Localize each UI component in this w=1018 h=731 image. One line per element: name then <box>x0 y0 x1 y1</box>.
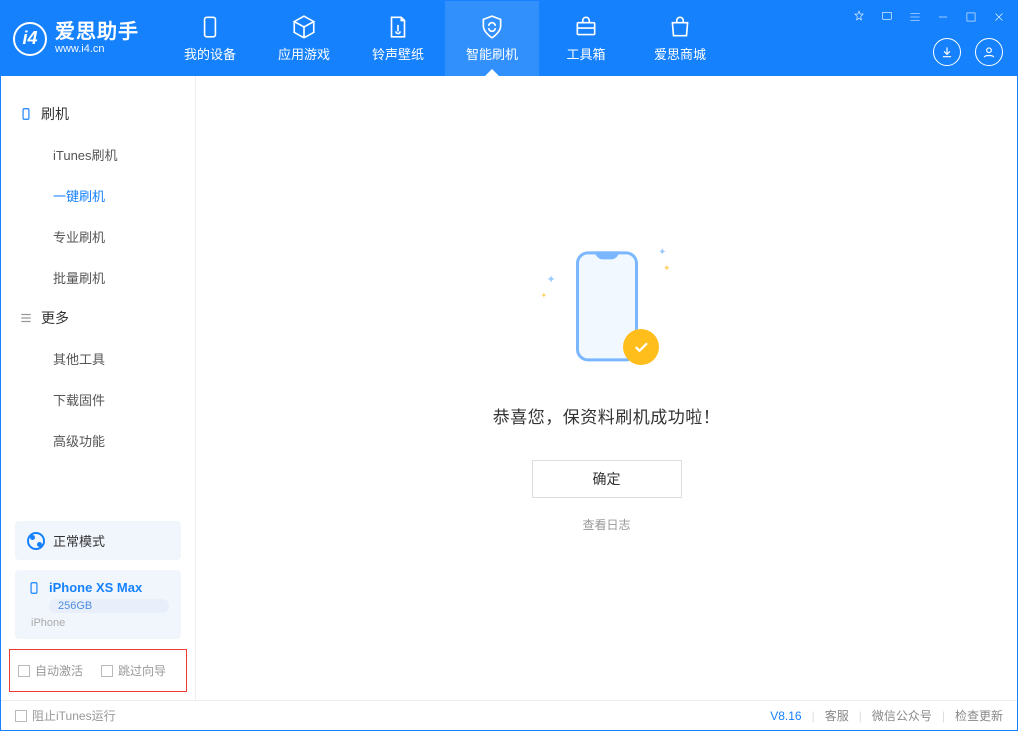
checkmark-badge-icon <box>623 329 659 365</box>
check-update-link[interactable]: 检查更新 <box>955 707 1003 724</box>
nav-my-device[interactable]: 我的设备 <box>163 1 257 76</box>
toolbox-icon <box>573 14 599 40</box>
checkbox-icon <box>15 710 27 722</box>
sidebar-group-flash: 刷机 <box>1 94 195 134</box>
nav-apps-games[interactable]: 应用游戏 <box>257 1 351 76</box>
app-header: i4 爱思助手 www.i4.cn 我的设备 应用游戏 铃声壁纸 智能刷机 工具… <box>1 1 1017 76</box>
app-subtitle: www.i4.cn <box>55 44 139 55</box>
device-storage: 256GB <box>49 599 169 613</box>
support-link[interactable]: 客服 <box>825 707 849 724</box>
separator: | <box>859 709 862 723</box>
cube-icon <box>291 14 317 40</box>
list-icon <box>19 311 33 325</box>
nav-ringtones-wallpapers[interactable]: 铃声壁纸 <box>351 1 445 76</box>
logo-icon: i4 <box>13 22 47 56</box>
nav-label: 工具箱 <box>566 44 605 63</box>
nav-smart-flash[interactable]: 智能刷机 <box>445 1 539 76</box>
checkbox-icon <box>101 665 113 677</box>
highlighted-options: 自动激活 跳过向导 <box>9 649 187 692</box>
sidebar-item-pro-flash[interactable]: 专业刷机 <box>1 216 195 257</box>
sparkle-icon: ✦ <box>541 291 548 300</box>
minimize-button[interactable] <box>935 9 951 25</box>
phone-small-icon <box>27 581 41 595</box>
sparkle-icon: ✦ <box>547 273 556 286</box>
sparkle-icon: ✦ <box>663 263 671 274</box>
group-label: 刷机 <box>41 104 69 124</box>
view-log-link[interactable]: 查看日志 <box>582 516 630 533</box>
sidebar-item-advanced[interactable]: 高级功能 <box>1 420 195 461</box>
nav-label: 智能刷机 <box>466 44 518 63</box>
bag-icon <box>667 14 693 40</box>
theme-button[interactable] <box>851 9 867 25</box>
checkbox-label: 跳过向导 <box>118 662 166 679</box>
feedback-button[interactable] <box>879 9 895 25</box>
sidebar-item-oneclick-flash[interactable]: 一键刷机 <box>1 175 195 216</box>
app-logo: i4 爱思助手 www.i4.cn <box>13 22 163 56</box>
sidebar: 刷机 iTunes刷机 一键刷机 专业刷机 批量刷机 更多 其他工具 下载固件 … <box>1 76 196 700</box>
sidebar-group-more: 更多 <box>1 298 195 338</box>
app-title: 爱思助手 <box>55 22 139 42</box>
close-button[interactable] <box>991 9 1007 25</box>
separator: | <box>942 709 945 723</box>
window-controls <box>851 9 1007 25</box>
mode-label: 正常模式 <box>53 531 105 550</box>
auto-activate-checkbox[interactable]: 自动激活 <box>18 662 83 679</box>
maximize-button[interactable] <box>963 9 979 25</box>
device-name: iPhone XS Max <box>49 580 142 595</box>
checkbox-label: 自动激活 <box>35 662 83 679</box>
group-label: 更多 <box>41 308 69 328</box>
skip-guide-checkbox[interactable]: 跳过向导 <box>101 662 166 679</box>
header-right-actions <box>933 38 1003 66</box>
device-info-box[interactable]: iPhone XS Max 256GB iPhone <box>15 570 181 639</box>
app-body: 刷机 iTunes刷机 一键刷机 专业刷机 批量刷机 更多 其他工具 下载固件 … <box>1 76 1017 700</box>
nav-label: 爱思商城 <box>654 44 706 63</box>
sidebar-item-label: 一键刷机 <box>53 189 105 204</box>
nav-store[interactable]: 爱思商城 <box>633 1 727 76</box>
sidebar-item-label: 专业刷机 <box>53 230 105 245</box>
block-itunes-checkbox[interactable]: 阻止iTunes运行 <box>15 707 116 724</box>
sidebar-item-label: 批量刷机 <box>53 271 105 286</box>
status-bar: 阻止iTunes运行 V8.16 | 客服 | 微信公众号 | 检查更新 <box>1 700 1017 730</box>
ok-button[interactable]: 确定 <box>532 460 682 498</box>
nav-label: 我的设备 <box>184 44 236 63</box>
phone-icon <box>19 107 33 121</box>
nav-toolbox[interactable]: 工具箱 <box>539 1 633 76</box>
sidebar-item-itunes-flash[interactable]: iTunes刷机 <box>1 134 195 175</box>
sparkle-icon: ✦ <box>658 247 666 258</box>
sidebar-item-label: 其他工具 <box>53 352 105 367</box>
success-illustration: ✦ ✦ ✦ ✦ <box>537 243 677 383</box>
sidebar-item-batch-flash[interactable]: 批量刷机 <box>1 257 195 298</box>
sidebar-item-label: iTunes刷机 <box>53 148 118 163</box>
device-mode-box[interactable]: 正常模式 <box>15 521 181 560</box>
sidebar-item-other-tools[interactable]: 其他工具 <box>1 338 195 379</box>
download-manager-button[interactable] <box>933 38 961 66</box>
device-type: iPhone <box>31 617 169 629</box>
main-nav: 我的设备 应用游戏 铃声壁纸 智能刷机 工具箱 爱思商城 <box>163 1 727 76</box>
mode-icon <box>27 532 45 550</box>
main-content: ✦ ✦ ✦ ✦ 恭喜您，保资料刷机成功啦！ 确定 查看日志 <box>196 76 1017 700</box>
nav-label: 铃声壁纸 <box>372 44 424 63</box>
sidebar-item-label: 下载固件 <box>53 393 105 408</box>
sidebar-item-download-firmware[interactable]: 下载固件 <box>1 379 195 420</box>
nav-label: 应用游戏 <box>278 44 330 63</box>
checkbox-icon <box>18 665 30 677</box>
sidebar-item-label: 高级功能 <box>53 434 105 449</box>
music-file-icon <box>385 14 411 40</box>
menu-button[interactable] <box>907 9 923 25</box>
success-message: 恭喜您，保资料刷机成功啦！ <box>493 403 721 428</box>
account-button[interactable] <box>975 38 1003 66</box>
shield-refresh-icon <box>479 14 505 40</box>
wechat-link[interactable]: 微信公众号 <box>872 707 932 724</box>
device-icon <box>197 14 223 40</box>
version-label: V8.16 <box>770 709 801 723</box>
separator: | <box>812 709 815 723</box>
checkbox-label: 阻止iTunes运行 <box>32 707 116 724</box>
